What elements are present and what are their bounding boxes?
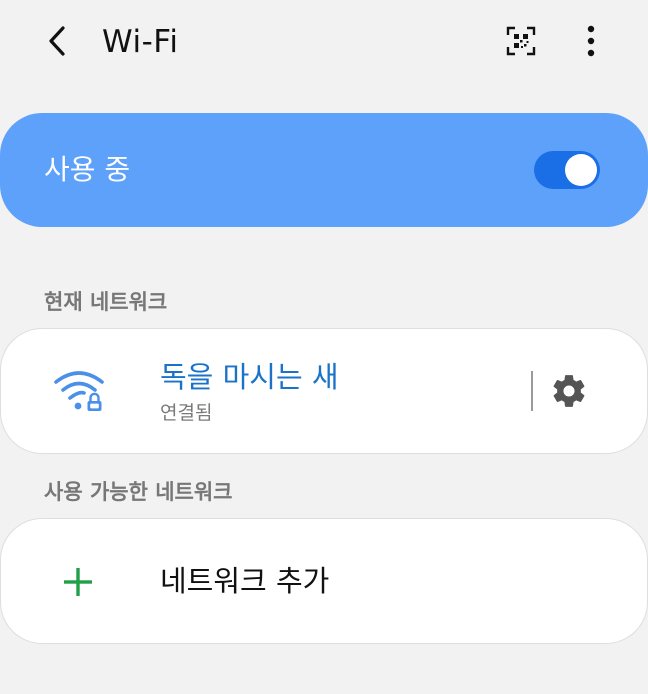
qr-scan-icon bbox=[506, 26, 536, 56]
network-status: 연결됨 bbox=[160, 402, 213, 424]
wifi-lock-icon bbox=[54, 371, 104, 411]
page-title: Wi-Fi bbox=[102, 24, 179, 60]
wifi-toggle-switch[interactable] bbox=[534, 151, 600, 189]
network-settings-button[interactable] bbox=[546, 368, 592, 414]
more-vertical-icon bbox=[587, 25, 595, 57]
back-button[interactable] bbox=[34, 18, 80, 64]
plus-icon bbox=[64, 568, 92, 596]
vertical-divider bbox=[531, 371, 533, 411]
current-network-section-label: 현재 네트워크 bbox=[44, 290, 168, 314]
more-options-button[interactable] bbox=[568, 18, 614, 64]
chevron-left-icon bbox=[49, 26, 65, 56]
top-app-bar: Wi-Fi bbox=[0, 0, 648, 84]
master-switch-label: 사용 중 bbox=[44, 153, 131, 186]
qr-scan-button[interactable] bbox=[498, 18, 544, 64]
add-network-label: 네트워크 추가 bbox=[160, 564, 330, 598]
network-name: 독을 마시는 새 bbox=[160, 360, 339, 394]
available-networks-section-label: 사용 가능한 네트워크 bbox=[44, 480, 233, 504]
switch-knob bbox=[565, 154, 597, 186]
gear-icon bbox=[553, 375, 585, 407]
wifi-master-switch-row[interactable]: 사용 중 bbox=[0, 113, 648, 227]
